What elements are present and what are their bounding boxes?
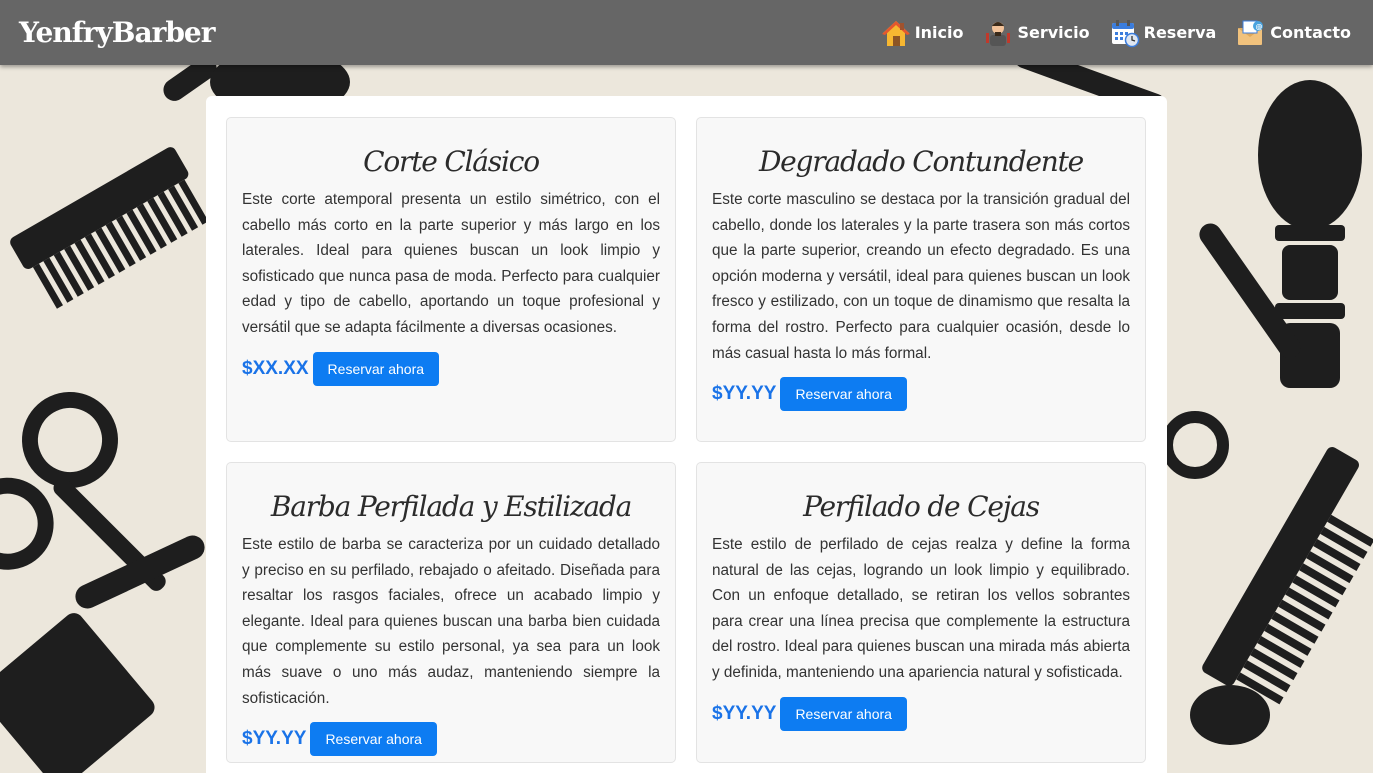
price-row: $YY.YY Reservar ahora [242, 722, 660, 757]
service-card: Corte Clásico Este corte atemporal prese… [226, 117, 676, 442]
calendar-icon [1111, 19, 1139, 47]
service-card: Barba Perfilada y Estilizada Este estilo… [226, 462, 676, 763]
nav-label: Contacto [1270, 23, 1351, 42]
nav-item-contacto[interactable]: @ Contacto [1236, 18, 1351, 48]
nav-item-reserva[interactable]: Reserva [1110, 18, 1217, 48]
price-row: $YY.YY Reservar ahora [712, 377, 1130, 412]
service-price: $YY.YY [712, 702, 777, 724]
reserve-button[interactable]: Reservar ahora [310, 722, 437, 757]
svg-text:@: @ [1256, 23, 1263, 31]
service-price: $YY.YY [242, 728, 307, 750]
price-row: $XX.XX Reservar ahora [242, 351, 660, 386]
mail-icon: @ [1238, 20, 1264, 45]
services-panel: Corte Clásico Este corte atemporal prese… [206, 96, 1167, 773]
service-title: Perfilado de Cejas [803, 490, 1040, 523]
barber-icon [986, 21, 1011, 46]
service-card: Perfilado de Cejas Este estilo de perfil… [696, 462, 1146, 763]
nav-label: Inicio [914, 23, 964, 42]
service-description: Este corte atemporal presenta un estilo … [242, 191, 660, 336]
service-price: $YY.YY [712, 383, 777, 405]
reserve-button[interactable]: Reservar ahora [780, 377, 907, 412]
service-title: Barba Perfilada y Estilizada [270, 490, 633, 523]
service-description: Este estilo de barba se caracteriza por … [242, 536, 660, 707]
price-row: $YY.YY Reservar ahora [712, 696, 1130, 731]
reserve-button[interactable]: Reservar ahora [312, 351, 440, 386]
service-description: Este corte masculino se destaca por la t… [712, 191, 1130, 362]
nav-item-servicio[interactable]: Servicio [983, 18, 1090, 48]
service-description: Este estilo de perfilado de cejas realza… [712, 536, 1130, 681]
service-price: $XX.XX [242, 357, 309, 379]
nav-item-inicio[interactable]: Inicio [881, 18, 964, 48]
reserve-button[interactable]: Reservar ahora [780, 696, 907, 731]
navbar: YenfryBarber Inicio Servicio Reserva @ C… [0, 0, 1373, 65]
service-title: Degradado Contundente [758, 145, 1084, 178]
main-nav: Inicio Servicio Reserva @ Contacto [881, 18, 1351, 48]
brand-logo[interactable]: YenfryBarber [19, 16, 215, 49]
service-card: Degradado Contundente Este corte masculi… [696, 117, 1146, 442]
service-title: Corte Clásico [363, 145, 540, 178]
nav-label: Reserva [1143, 23, 1217, 42]
house-icon [881, 20, 910, 46]
nav-label: Servicio [1017, 23, 1090, 42]
